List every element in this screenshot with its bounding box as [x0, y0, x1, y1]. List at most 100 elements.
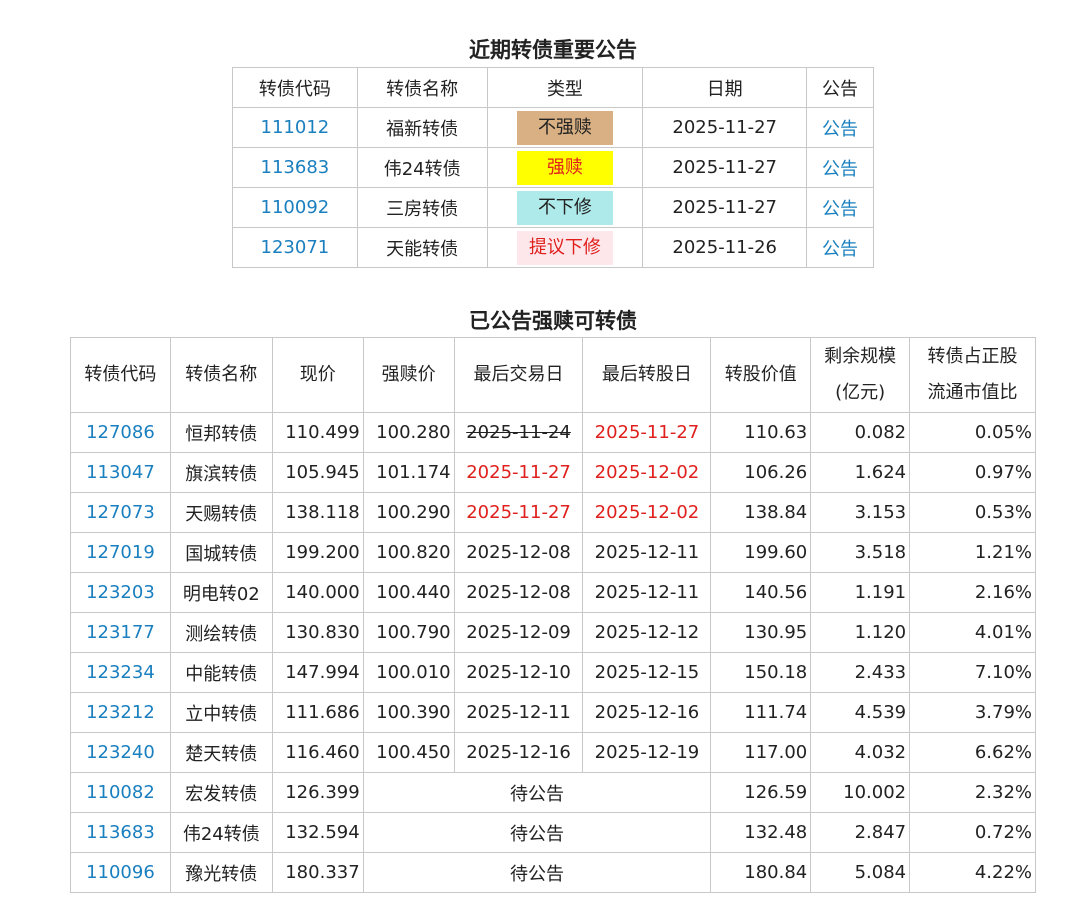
cell-name: 楚天转债 — [169, 732, 273, 773]
cell-last-convert-day: 2025-12-02 — [582, 492, 712, 533]
cell-convert-value: 106.26 — [710, 452, 812, 493]
cell-name: 立中转债 — [169, 692, 273, 733]
cell-code: 127086 — [70, 412, 171, 453]
cell-name: 中能转债 — [169, 652, 273, 693]
last-convert-date: 2025-12-12 — [594, 622, 700, 643]
cell-code: 111012 — [232, 107, 358, 148]
bond-code-link[interactable]: 113683 — [86, 822, 155, 843]
bond-code-link[interactable]: 110096 — [86, 862, 155, 883]
cell-convert-value: 199.60 — [710, 532, 812, 573]
bond-code-link[interactable]: 110092 — [261, 197, 330, 218]
table-row: 110092 三房转债 不下修 2025-11-27 公告 — [232, 187, 874, 228]
cell-notice: 公告 — [806, 227, 874, 268]
cell-type: 不强赎 — [486, 107, 644, 148]
cell-name: 福新转债 — [356, 107, 488, 148]
cell-remaining-size: 2.433 — [810, 652, 911, 693]
cell-float-ratio: 0.72% — [909, 812, 1036, 853]
cell-last-convert-day: 2025-12-15 — [582, 652, 712, 693]
table-row: 127086 恒邦转债 110.499 100.280 2025-11-24 2025-1… — [70, 412, 1036, 453]
table-header-row: 转债代码 转债名称 现价 强赎价 最后交易日 最后转股日 转股价值 剩余规模 (… — [70, 337, 1036, 413]
table-row: 123234 中能转债 147.994 100.010 2025-12-10 2025-1… — [70, 652, 1036, 693]
cell-remaining-size: 4.032 — [810, 732, 911, 773]
last-convert-date: 2025-12-16 — [594, 702, 700, 723]
bond-code-link[interactable]: 123240 — [86, 742, 155, 763]
bond-code-link[interactable]: 113683 — [261, 157, 330, 178]
notice-link[interactable]: 公告 — [822, 239, 858, 260]
table-row: 123212 立中转债 111.686 100.390 2025-12-11 2025-1… — [70, 692, 1036, 733]
col-header-last-trade-day: 最后交易日 — [453, 337, 584, 413]
cell-float-ratio: 0.05% — [909, 412, 1036, 453]
notice-link[interactable]: 公告 — [822, 199, 858, 220]
cell-price: 111.686 — [271, 692, 364, 733]
cell-last-trade-day: 2025-12-11 — [453, 692, 584, 733]
bond-code-link[interactable]: 111012 — [261, 117, 330, 138]
last-trade-date: 2025-11-24 — [466, 422, 571, 443]
cell-float-ratio: 3.79% — [909, 692, 1036, 733]
type-badge: 不下修 — [516, 190, 613, 225]
cell-price: 147.994 — [271, 652, 364, 693]
cell-name: 豫光转债 — [169, 852, 273, 893]
table-row: 110082 宏发转债 126.399 待公告 126.59 10.002 2.32% — [70, 772, 1036, 813]
last-convert-date: 2025-12-19 — [594, 742, 700, 763]
table-row: 123240 楚天转债 116.460 100.450 2025-12-16 2025-1… — [70, 732, 1036, 773]
cell-name: 测绘转债 — [169, 612, 273, 653]
cell-redeem-price: 100.290 — [362, 492, 455, 533]
table-row: 110096 豫光转债 180.337 待公告 180.84 5.084 4.22% — [70, 852, 1036, 893]
cell-code: 123234 — [70, 652, 171, 693]
cell-last-trade-day: 2025-12-09 — [453, 612, 584, 653]
last-convert-date: 2025-12-02 — [594, 502, 700, 523]
bond-code-link[interactable]: 123203 — [86, 582, 155, 603]
bond-code-link[interactable]: 123234 — [86, 662, 155, 683]
cell-last-trade-day: 2025-12-10 — [453, 652, 584, 693]
cell-last-convert-day: 2025-12-11 — [582, 532, 712, 573]
cell-float-ratio: 2.16% — [909, 572, 1036, 613]
cell-name: 恒邦转债 — [169, 412, 273, 453]
cell-name: 伟24转债 — [356, 147, 488, 188]
cell-name: 三房转债 — [356, 187, 488, 228]
notice-link[interactable]: 公告 — [822, 119, 858, 140]
col-header-code: 转债代码 — [232, 67, 358, 108]
announced-redemption-table: 转债代码 转债名称 现价 强赎价 最后交易日 最后转股日 转股价值 剩余规模 (… — [70, 337, 1036, 893]
cell-last-trade-day: 2025-12-08 — [453, 532, 584, 573]
cell-notice: 公告 — [806, 147, 874, 188]
cell-redeem-price: 100.280 — [362, 412, 455, 453]
col-header-notice: 公告 — [806, 67, 874, 108]
cell-convert-value: 140.56 — [710, 572, 812, 613]
bond-code-link[interactable]: 110082 — [86, 782, 155, 803]
col-header-convert-value: 转股价值 — [710, 337, 812, 413]
announced-redemption-title: 已公告强赎可转债 — [469, 309, 637, 333]
bond-code-link[interactable]: 123212 — [86, 702, 155, 723]
cell-last-trade-day: 2025-11-27 — [453, 492, 584, 533]
last-trade-date: 2025-12-08 — [466, 542, 571, 563]
bond-code-link[interactable]: 123071 — [261, 237, 330, 258]
last-trade-date: 2025-12-10 — [466, 662, 571, 683]
cell-code: 127073 — [70, 492, 171, 533]
cell-name: 天赐转债 — [169, 492, 273, 533]
table-row: 123177 测绘转债 130.830 100.790 2025-12-09 2025-1… — [70, 612, 1036, 653]
cell-float-ratio: 2.32% — [909, 772, 1036, 813]
type-badge: 提议下修 — [516, 230, 613, 265]
bond-code-link[interactable]: 127019 — [86, 542, 155, 563]
cell-redeem-price: 100.390 — [362, 692, 455, 733]
notice-link[interactable]: 公告 — [822, 159, 858, 180]
bond-code-link[interactable]: 127086 — [86, 422, 155, 443]
cell-price: 110.499 — [271, 412, 364, 453]
cell-float-ratio: 6.62% — [909, 732, 1036, 773]
cell-type: 提议下修 — [486, 227, 644, 268]
bond-code-link[interactable]: 127073 — [86, 502, 155, 523]
col-header-float-ratio-line2: 流通市值比 — [927, 382, 1018, 403]
bond-code-link[interactable]: 113047 — [86, 462, 155, 483]
cell-last-convert-day: 2025-11-27 — [582, 412, 712, 453]
last-trade-date: 2025-11-27 — [466, 462, 571, 483]
cell-last-trade-day: 2025-12-08 — [453, 572, 584, 613]
cell-code: 113683 — [70, 812, 171, 853]
cell-code: 123240 — [70, 732, 171, 773]
col-header-date: 日期 — [642, 67, 808, 108]
col-header-code: 转债代码 — [70, 337, 171, 413]
cell-price: 132.594 — [271, 812, 364, 853]
cell-float-ratio: 7.10% — [909, 652, 1036, 693]
cell-pending: 待公告 — [362, 852, 712, 893]
cell-notice: 公告 — [806, 187, 874, 228]
bond-code-link[interactable]: 123177 — [86, 622, 155, 643]
table-row: 113683 伟24转债 132.594 待公告 132.48 2.847 0.72% — [70, 812, 1036, 853]
